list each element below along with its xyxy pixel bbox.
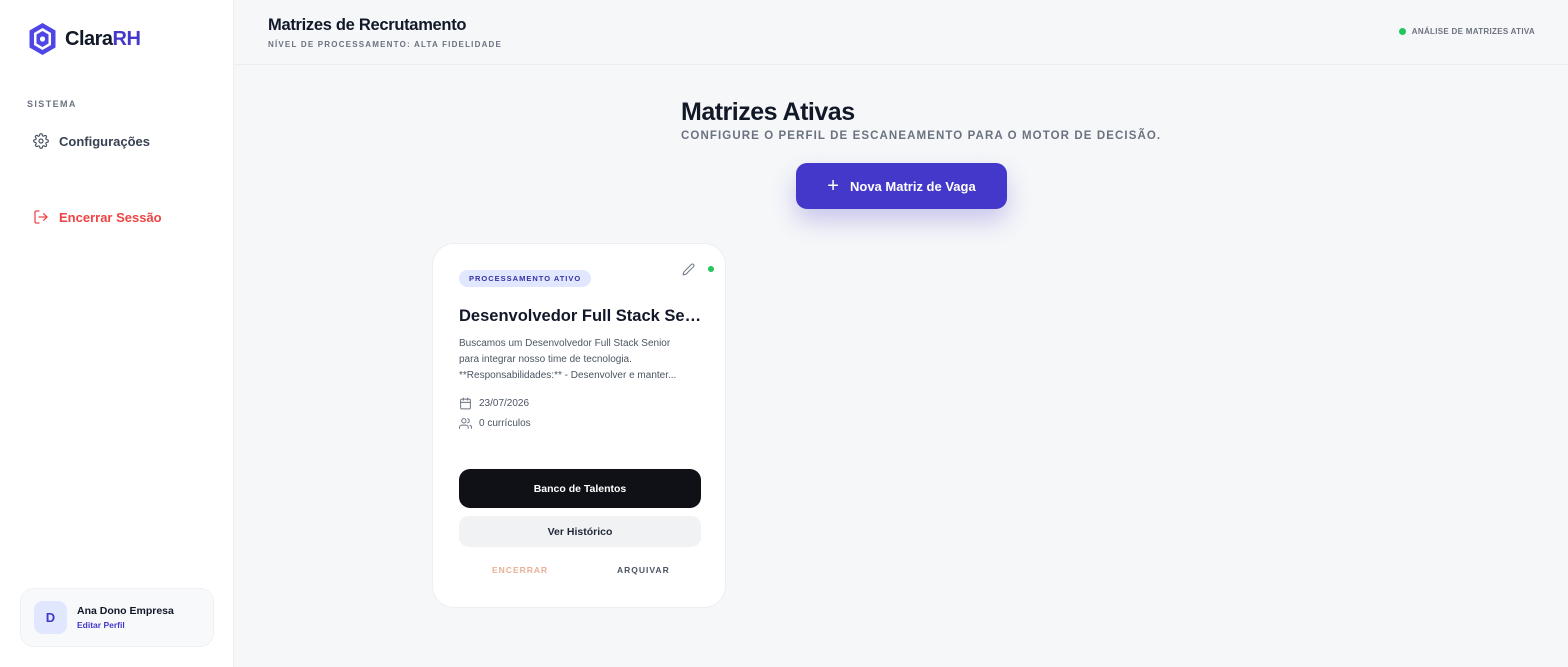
section-label: SISTEMA [27, 99, 77, 109]
resumes-count: 0 currículos [479, 418, 531, 429]
archive-matrix-button[interactable]: ARQUIVAR [617, 565, 670, 575]
description-line: para integrar nosso time de tecnologia. [459, 354, 632, 365]
profile-name: Ana Dono Empresa [77, 605, 174, 617]
page-subtitle: NÍVEL DE PROCESSAMENTO: ALTA FIDELIDADE [268, 40, 503, 49]
status-text: ANÁLISE DE MATRIZES ATIVA [1411, 27, 1535, 36]
talent-bank-button[interactable]: Banco de Talentos [459, 469, 701, 508]
description-line: **Responsabilidades:** - Desenvolver e m… [459, 370, 677, 381]
active-dot-icon [708, 266, 714, 272]
pencil-icon[interactable] [682, 263, 695, 281]
matrix-card: PROCESSAMENTO ATIVO Desenvolvedor Full S… [432, 243, 726, 608]
avatar: D [34, 601, 67, 634]
status-indicator: ANÁLISE DE MATRIZES ATIVA [1398, 27, 1535, 36]
page-header: Matrizes de Recrutamento NÍVEL DE PROCES… [234, 0, 1568, 65]
plus-icon: + [827, 175, 839, 197]
logout-icon [33, 209, 49, 225]
sidebar-item-logout[interactable]: Encerrar Sessão [33, 209, 162, 225]
date-value: 23/07/2026 [479, 398, 530, 409]
view-history-button[interactable]: Ver Histórico [459, 516, 701, 547]
sidebar-item-label: Encerrar Sessão [59, 209, 162, 225]
sidebar: ClaraRH SISTEMA Configurações Encerrar S… [0, 0, 234, 667]
brand-logo[interactable]: ClaraRH [28, 22, 141, 56]
card-description: Buscamos um Desenvolvedor Full Stack Sen… [459, 336, 702, 384]
card-date: 23/07/2026 [459, 397, 529, 410]
status-badge: PROCESSAMENTO ATIVO [459, 270, 592, 287]
gear-icon [33, 133, 49, 149]
user-profile-card[interactable]: D Ana Dono Empresa Editar Perfil [20, 588, 214, 647]
section-title: Matrizes Ativas [681, 98, 855, 126]
description-line: Buscamos um Desenvolvedor Full Stack Sen… [459, 338, 671, 349]
calendar-icon [460, 397, 471, 410]
status-dot-icon [1398, 28, 1406, 35]
new-matrix-button-label: Nova Matriz de Vaga [849, 178, 976, 194]
section-subtitle: CONFIGURE O PERFIL DE ESCANEAMENTO PARA … [681, 130, 1162, 142]
users-icon [459, 418, 472, 429]
edit-profile-link[interactable]: Editar Perfil [77, 620, 174, 630]
page-title: Matrizes de Recrutamento [268, 16, 467, 34]
hexagon-logo-icon [29, 23, 56, 55]
new-matrix-button[interactable]: + Nova Matriz de Vaga [796, 163, 1007, 209]
sidebar-item-settings[interactable]: Configurações [33, 133, 150, 149]
card-title: Desenvolvedor Full Stack Senior [459, 307, 702, 325]
card-resumes: 0 currículos [459, 417, 531, 430]
brand-name: ClaraRH [65, 27, 141, 50]
sidebar-item-label: Configurações [59, 133, 151, 149]
close-matrix-button[interactable]: ENCERRAR [492, 565, 548, 575]
